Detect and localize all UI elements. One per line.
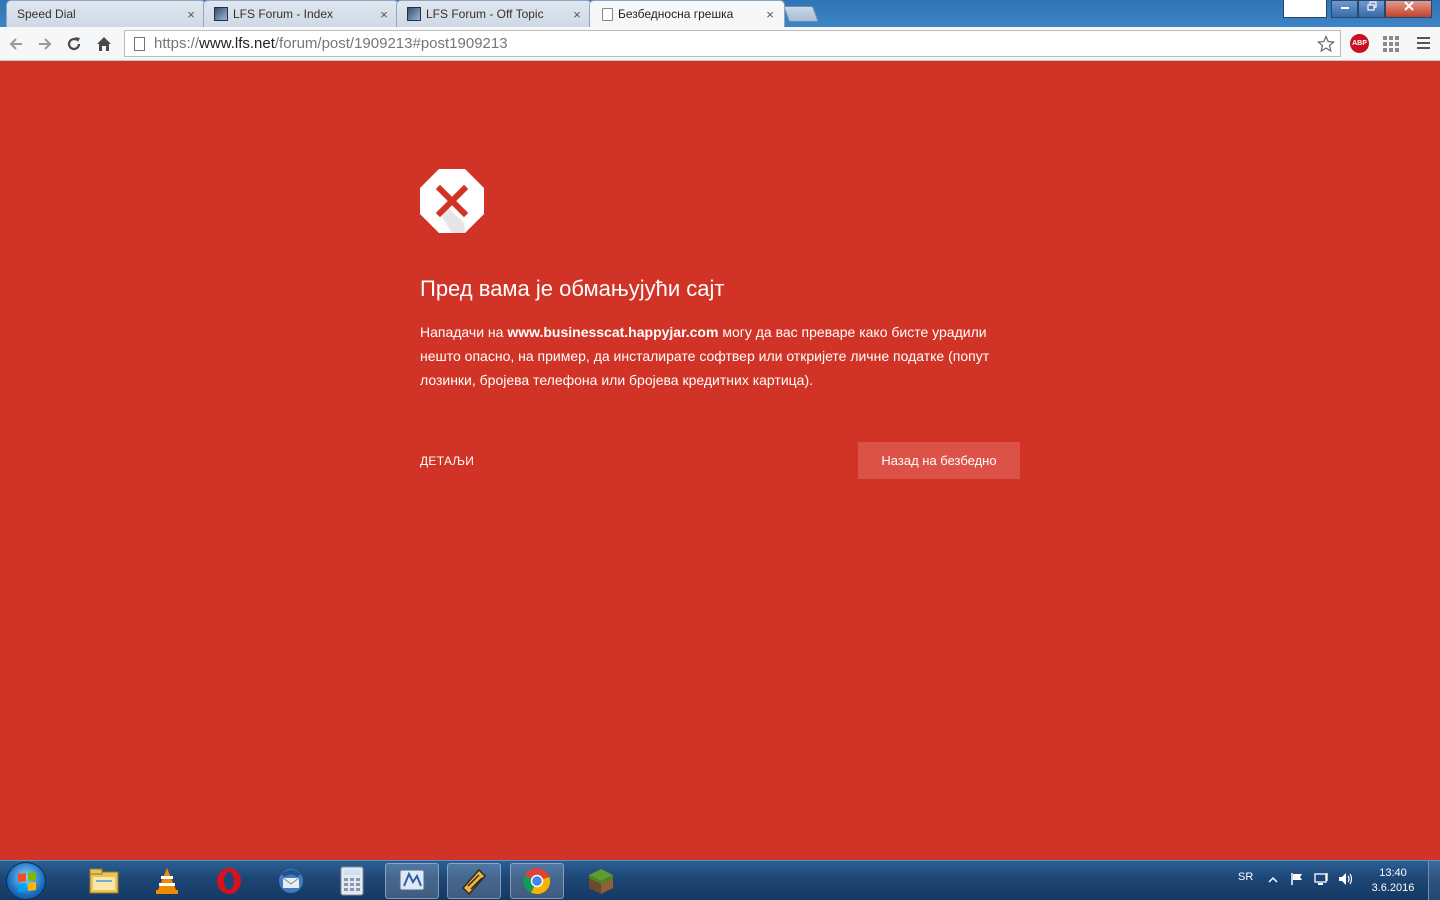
clock-time: 13:40 xyxy=(1379,867,1407,879)
taskbar-explorer[interactable] xyxy=(77,863,131,899)
explanation-prefix: Нападачи на xyxy=(420,324,508,340)
star-icon xyxy=(1317,34,1335,52)
url-text[interactable]: https://www.lfs.net/forum/post/1909213#p… xyxy=(154,35,1316,52)
winamp-icon xyxy=(461,868,487,896)
start-button[interactable] xyxy=(6,862,46,900)
page-title: Пред вама је обмањујући сајт xyxy=(420,276,725,301)
taskbar-minecraft[interactable] xyxy=(574,863,628,899)
tab-speed-dial[interactable]: Speed Dial × xyxy=(6,0,206,27)
restore-icon xyxy=(1366,1,1377,11)
restore-button[interactable] xyxy=(1358,0,1385,18)
tab-close-icon[interactable]: × xyxy=(571,7,583,22)
windows-logo-icon xyxy=(18,872,36,892)
error-x-icon xyxy=(420,169,484,233)
reload-icon xyxy=(67,37,81,51)
back-nav-button[interactable] xyxy=(5,33,27,55)
taskbar-thunderbird[interactable] xyxy=(264,863,318,899)
tab-security-error[interactable]: Безбедносна грешка × xyxy=(589,0,785,27)
taskbar-opera[interactable] xyxy=(202,863,256,899)
tab-close-icon[interactable]: × xyxy=(378,7,390,22)
calculator-icon xyxy=(340,866,364,896)
language-indicator[interactable]: SR xyxy=(1238,871,1253,883)
minecraft-icon xyxy=(589,869,613,894)
warning-explanation: Нападачи на www.businesscat.happyjar.com… xyxy=(420,320,1030,392)
clock-date: 3.6.2016 xyxy=(1371,882,1415,894)
taskbar-winamp[interactable] xyxy=(447,863,501,899)
security-interstitial: Пред вама је обмањујући сајт Нападачи на… xyxy=(0,62,1440,860)
taskbar-vlc[interactable] xyxy=(140,863,194,899)
browser-toolbar: https://www.lfs.net/forum/post/1909213#p… xyxy=(0,27,1440,61)
malicious-domain: www.businesscat.happyjar.com xyxy=(507,324,719,340)
taskbar-calculator[interactable] xyxy=(325,863,379,899)
profile-button[interactable] xyxy=(1283,0,1327,18)
volume-icon[interactable] xyxy=(1338,872,1354,886)
tab-lfs-forum-off-topic[interactable]: LFS Forum - Off Topic × xyxy=(396,0,592,27)
tab-title: Безбедносна грешка xyxy=(618,7,734,21)
window-controls xyxy=(1331,0,1432,18)
bookmark-star-button[interactable] xyxy=(1316,34,1336,54)
lfs-favicon-icon xyxy=(407,7,421,21)
page-icon xyxy=(134,36,145,51)
thunderbird-icon xyxy=(279,869,303,893)
lfs-favicon-icon xyxy=(214,7,228,21)
taskbar-app[interactable] xyxy=(385,863,439,899)
url-host: www.lfs.net xyxy=(199,35,275,52)
tab-title: LFS Forum - Index xyxy=(233,7,334,21)
minimize-icon xyxy=(1340,7,1349,9)
arrow-left-icon xyxy=(9,38,22,50)
show-desktop-button[interactable] xyxy=(1428,861,1440,900)
network-icon[interactable] xyxy=(1314,872,1330,886)
forward-nav-button[interactable] xyxy=(34,33,56,55)
chrome-menu-icon[interactable] xyxy=(1417,37,1430,52)
address-bar[interactable]: https://www.lfs.net/forum/post/1909213#p… xyxy=(124,30,1341,57)
tray-expand-icon[interactable] xyxy=(1268,876,1278,884)
extensions-grid-icon[interactable] xyxy=(1383,36,1399,52)
close-icon xyxy=(1403,1,1414,11)
windows-taskbar xyxy=(0,860,1440,900)
url-scheme: https:// xyxy=(154,35,200,52)
home-button[interactable] xyxy=(93,33,115,55)
tab-lfs-forum-index[interactable]: LFS Forum - Index × xyxy=(203,0,399,27)
tab-close-icon[interactable]: × xyxy=(185,7,197,22)
action-center-flag-icon[interactable] xyxy=(1290,872,1304,886)
reload-button[interactable] xyxy=(63,33,85,55)
chrome-icon xyxy=(523,868,551,895)
page-favicon-icon xyxy=(602,7,613,21)
url-path: /forum/post/1909213#post1909213 xyxy=(274,35,508,52)
tab-title: LFS Forum - Off Topic xyxy=(426,7,544,21)
arrow-right-icon xyxy=(39,38,52,50)
windows-explorer-icon xyxy=(89,868,119,894)
new-tab-button[interactable] xyxy=(783,6,819,22)
back-to-safety-button[interactable]: Назад на безбедно xyxy=(858,442,1020,479)
tab-close-icon[interactable]: × xyxy=(764,7,776,22)
minimize-button[interactable] xyxy=(1331,0,1358,18)
close-window-button[interactable] xyxy=(1385,0,1432,18)
app-icon xyxy=(399,869,425,891)
system-clock[interactable]: 13:40 3.6.2016 xyxy=(1366,866,1420,896)
opera-icon xyxy=(217,868,241,894)
tab-strip: Speed Dial × LFS Forum - Index × LFS For… xyxy=(0,0,1440,27)
taskbar-chrome[interactable] xyxy=(510,863,564,899)
home-icon xyxy=(97,37,111,51)
tab-title: Speed Dial xyxy=(17,7,76,21)
vlc-icon xyxy=(156,868,178,894)
details-link[interactable]: ДЕТАЉИ xyxy=(420,454,474,468)
adblock-plus-icon[interactable]: ABP xyxy=(1350,34,1369,53)
